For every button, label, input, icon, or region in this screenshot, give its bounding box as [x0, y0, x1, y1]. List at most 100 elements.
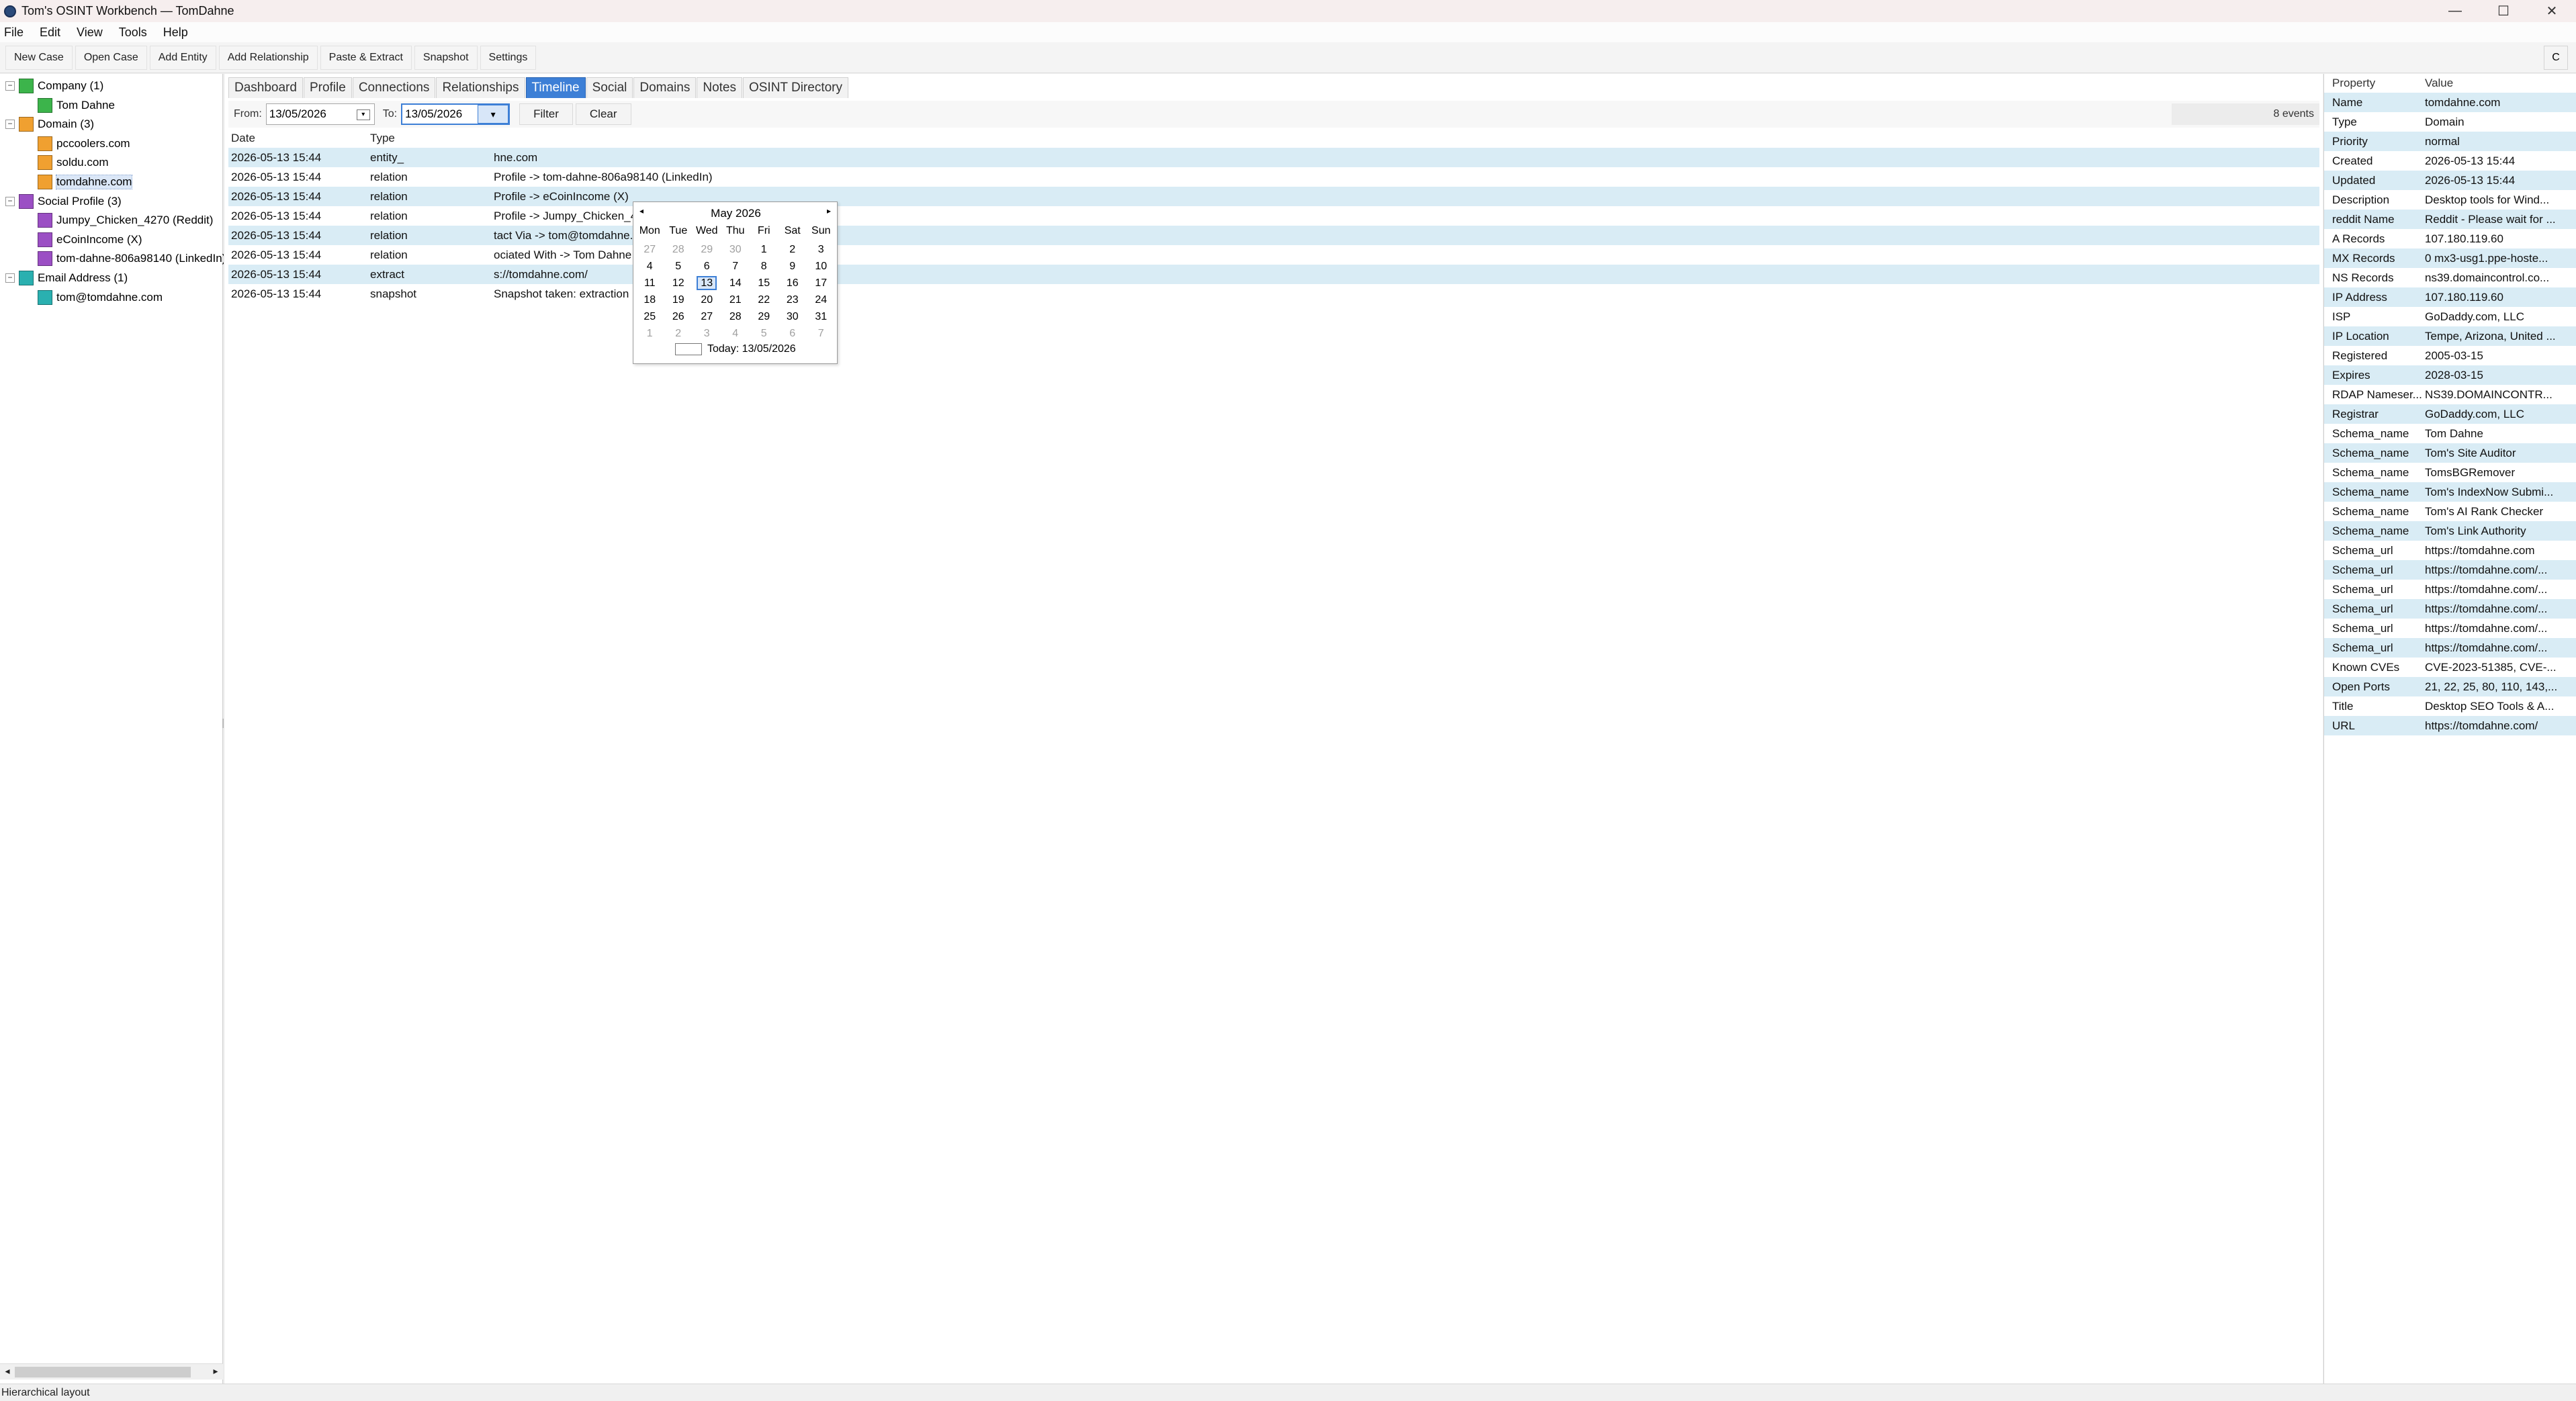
calendar-day[interactable]: 30	[721, 244, 750, 256]
tree-horizontal-scrollbar[interactable]: ◂ ▸	[0, 1363, 223, 1380]
calendar-day[interactable]: 4	[635, 261, 664, 273]
table-row[interactable]: 2026-05-13 15:44 entity_ hne.com	[228, 148, 2319, 167]
calendar-day[interactable]: 10	[807, 261, 836, 273]
calendar-day[interactable]: 31	[807, 311, 836, 323]
table-row[interactable]: 2026-05-13 15:44 relation Profile -> tom-d…	[228, 167, 2319, 187]
calendar-day[interactable]: 22	[750, 294, 779, 306]
tab-connections[interactable]: Connections	[352, 77, 436, 98]
calendar-day[interactable]: 17	[807, 277, 836, 289]
property-row[interactable]: Title Desktop SEO Tools & A...	[2324, 696, 2576, 716]
column-header-date[interactable]: Date	[228, 132, 367, 145]
scroll-right-icon[interactable]: ▸	[210, 1365, 222, 1379]
calendar-day[interactable]: 1	[750, 244, 779, 256]
tree-entity-node[interactable]: pccoolers.com	[38, 134, 130, 153]
column-header-type[interactable]: Type	[367, 132, 491, 145]
property-row[interactable]: Schema_name Tom's AI Rank Checker	[2324, 502, 2576, 521]
value-column-header[interactable]: Value	[2424, 77, 2575, 90]
property-row[interactable]: MX Records 0 mx3-usg1.ppe-hoste...	[2324, 248, 2576, 268]
calendar-day[interactable]: 20	[693, 294, 721, 306]
clear-button[interactable]: Clear	[575, 103, 631, 125]
tree-entity-node[interactable]: tom@tomdahne.com	[38, 288, 163, 307]
menu-help[interactable]: Help	[163, 26, 188, 40]
calendar-day[interactable]: 7	[807, 328, 836, 340]
calendar-day[interactable]: 5	[664, 261, 693, 273]
property-row[interactable]: reddit Name Reddit - Please wait for ...	[2324, 210, 2576, 229]
tree-entity-node[interactable]: tom-dahne-806a98140 (LinkedIn)	[38, 249, 226, 268]
calendar-day[interactable]: 29	[750, 311, 779, 323]
calendar-day[interactable]: 2	[664, 328, 693, 340]
property-row[interactable]: NS Records ns39.domaincontrol.co...	[2324, 268, 2576, 287]
calendar-day[interactable]: 9	[779, 261, 807, 273]
calendar-day[interactable]: 3	[693, 328, 721, 340]
property-row[interactable]: Schema_name TomsBGRemover	[2324, 463, 2576, 482]
collapse-toggle-icon[interactable]: −	[5, 273, 15, 283]
calendar-day[interactable]: 21	[721, 294, 750, 306]
filter-button[interactable]: Filter	[519, 103, 573, 125]
scroll-left-icon[interactable]: ◂	[1, 1365, 13, 1379]
property-row[interactable]: ISP GoDaddy.com, LLC	[2324, 307, 2576, 326]
calendar-month-label[interactable]: May 2026	[633, 205, 838, 222]
add-relationship-button[interactable]: Add Relationship	[218, 45, 318, 70]
calendar-day[interactable]: 4	[721, 328, 750, 340]
collapse-toggle-icon[interactable]: −	[5, 120, 15, 130]
scroll-thumb[interactable]	[15, 1367, 191, 1377]
tab-social[interactable]: Social	[586, 77, 633, 98]
settings-button[interactable]: Settings	[480, 45, 537, 70]
calendar-day[interactable]: 14	[721, 277, 750, 289]
calendar-day[interactable]: 7	[721, 261, 750, 273]
tab-profile[interactable]: Profile	[303, 77, 352, 98]
property-row[interactable]: Priority normal	[2324, 132, 2576, 151]
toolbar-right-button[interactable]: C	[2544, 46, 2568, 70]
tree-group-node[interactable]: Social Profile (3)	[19, 192, 122, 211]
calendar-day[interactable]: 6	[693, 261, 721, 273]
property-row[interactable]: Schema_url https://tomdahne.com/...	[2324, 638, 2576, 658]
calendar-day[interactable]: 24	[807, 294, 836, 306]
property-row[interactable]: Schema_url https://tomdahne.com/...	[2324, 599, 2576, 619]
maximize-button[interactable]: ☐	[2479, 0, 2528, 22]
property-row[interactable]: Schema_name Tom Dahne	[2324, 424, 2576, 443]
menu-tools[interactable]: Tools	[119, 26, 147, 40]
property-row[interactable]: IP Location Tempe, Arizona, United ...	[2324, 326, 2576, 346]
entity-tree[interactable]: Company (1) − Tom Dahne Domain (3) − pccooler…	[0, 74, 226, 1384]
property-row[interactable]: Name tomdahne.com	[2324, 93, 2576, 112]
snapshot-button[interactable]: Snapshot	[414, 45, 478, 70]
paste-extract-button[interactable]: Paste & Extract	[320, 45, 412, 70]
menu-edit[interactable]: Edit	[40, 26, 60, 40]
property-row[interactable]: Schema_name Tom's Site Auditor	[2324, 443, 2576, 463]
next-month-icon[interactable]: ▸	[822, 206, 836, 216]
property-row[interactable]: Updated 2026-05-13 15:44	[2324, 171, 2576, 190]
table-row[interactable]: 2026-05-13 15:44 relation ociated With -> …	[228, 245, 2319, 265]
tree-entity-node[interactable]: eCoinIncome (X)	[38, 230, 142, 249]
tree-entity-node[interactable]: Jumpy_Chicken_4270 (Reddit)	[38, 211, 213, 230]
calendar-day[interactable]: 27	[635, 244, 664, 256]
table-row[interactable]: 2026-05-13 15:44 relation Profile -> eCoin…	[228, 187, 2319, 206]
tab-notes[interactable]: Notes	[697, 77, 742, 98]
table-row[interactable]: 2026-05-13 15:44 relation Profile -> Jumpy…	[228, 206, 2319, 226]
calendar-day-selected[interactable]: 13	[693, 275, 721, 290]
property-row[interactable]: Schema_url https://tomdahne.com/...	[2324, 560, 2576, 580]
calendar-today-link[interactable]: Today: 13/05/2026	[675, 343, 796, 355]
property-row[interactable]: Created 2026-05-13 15:44	[2324, 151, 2576, 171]
calendar-day[interactable]: 19	[664, 294, 693, 306]
calendar-day[interactable]: 1	[635, 328, 664, 340]
menu-file[interactable]: File	[4, 26, 24, 40]
tab-relationships[interactable]: Relationships	[436, 77, 525, 98]
property-row[interactable]: Expires 2028-03-15	[2324, 365, 2576, 385]
table-row[interactable]: 2026-05-13 15:44 extract s://tomdahne.com/	[228, 265, 2319, 284]
property-row[interactable]: Registered 2005-03-15	[2324, 346, 2576, 365]
collapse-toggle-icon[interactable]: −	[5, 81, 15, 91]
calendar-day[interactable]: 16	[779, 277, 807, 289]
property-column-header[interactable]: Property	[2324, 77, 2424, 90]
open-case-button[interactable]: Open Case	[75, 45, 147, 70]
table-row[interactable]: 2026-05-13 15:44 snapshot Snapshot taken: …	[228, 284, 2319, 304]
tab-dashboard[interactable]: Dashboard	[228, 77, 303, 98]
table-row[interactable]: 2026-05-13 15:44 relation tact Via -> tom@…	[228, 226, 2319, 245]
close-button[interactable]: ✕	[2528, 0, 2576, 22]
from-date-picker[interactable]: 13/05/2026 ▾	[265, 103, 375, 125]
calendar-day[interactable]: 15	[750, 277, 779, 289]
tree-entity-node[interactable]: Tom Dahne	[38, 96, 115, 115]
tab-domains[interactable]: Domains	[633, 77, 697, 98]
calendar-day[interactable]: 28	[664, 244, 693, 256]
menu-view[interactable]: View	[77, 26, 103, 40]
property-row[interactable]: URL https://tomdahne.com/	[2324, 716, 2576, 735]
